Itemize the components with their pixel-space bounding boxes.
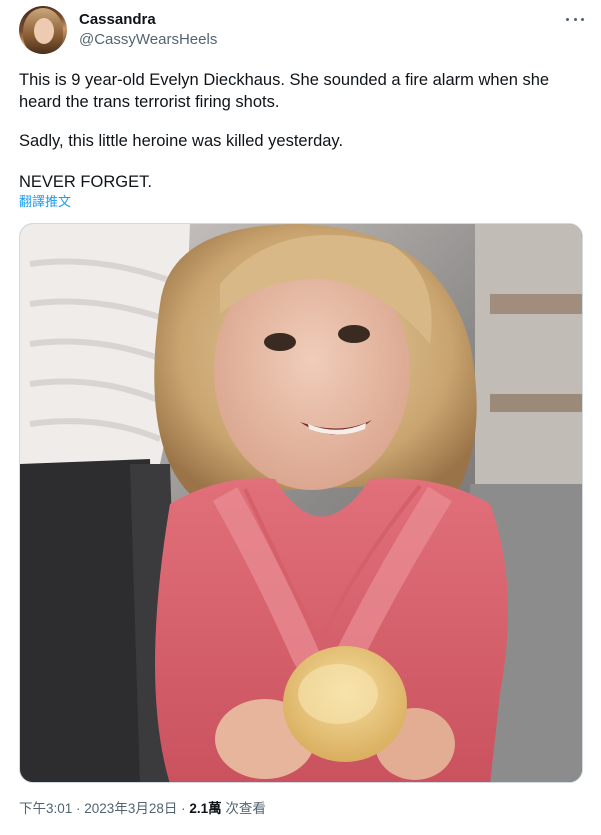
tweet-text-line-3: NEVER FORGET. <box>19 173 152 191</box>
author-name[interactable]: Cassandra <box>79 11 156 29</box>
tweet-text-line-1: This is 9 year-old Evelyn Dieckhaus. She… <box>19 71 550 111</box>
tweet-meta: 下午3:01 · 2023年3月28日 · 2.1萬 次查看 <box>19 800 266 818</box>
avatar[interactable] <box>19 6 67 54</box>
tweet-text-line-2: Sadly, this little heroine was killed ye… <box>19 132 344 150</box>
translate-tweet-link[interactable]: 翻譯推文 <box>19 194 71 210</box>
views-label: 次查看 <box>221 801 266 816</box>
dot <box>573 17 577 21</box>
dot <box>581 17 584 21</box>
meta-separator: · <box>72 801 85 816</box>
meta-separator: · <box>177 801 190 816</box>
tweet-date[interactable]: 2023年3月28日 <box>84 801 177 816</box>
more-options-icon[interactable] <box>566 14 584 24</box>
dot <box>566 17 569 21</box>
tweet-photo[interactable] <box>19 223 583 783</box>
views-count: 2.1萬 <box>189 801 222 816</box>
author-handle[interactable]: @CassyWearsHeels <box>79 31 217 49</box>
photo-illustration <box>20 224 582 782</box>
tweet-time[interactable]: 下午3:01 <box>19 801 72 816</box>
avatar-face <box>34 18 54 44</box>
tweet: Cassandra @CassyWearsHeels This is 9 yea… <box>0 0 601 835</box>
